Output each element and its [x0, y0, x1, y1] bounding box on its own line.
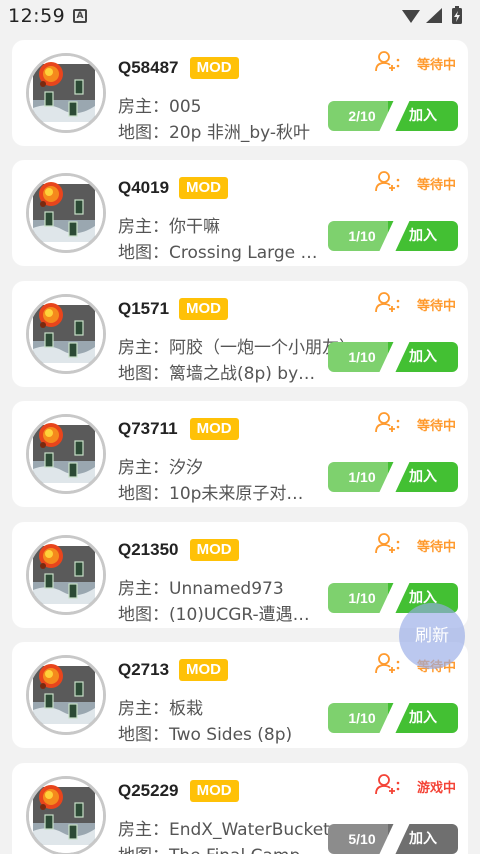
map-thumbnail-icon: [29, 538, 103, 612]
status-bar: 12:59 A: [0, 0, 480, 32]
room-avatar: [26, 173, 106, 253]
mod-badge: MOD: [189, 418, 239, 440]
room-card[interactable]: Q4019 MOD 房主：你干嘛 地图：Crossing Large … 等待中…: [12, 160, 468, 266]
room-host: 房主：EndX_WaterBucket: [118, 820, 330, 840]
map-thumbnail-icon: [29, 297, 103, 371]
signal-icon: [426, 8, 442, 23]
mod-badge: MOD: [179, 659, 228, 681]
room-card[interactable]: Q73711 MOD 房主：汐汐 地图：10p未来原子对… 等待中 1/10 加…: [12, 401, 468, 507]
room-map: 地图：篱墙之战(8p) by…: [118, 364, 316, 384]
room-map: 地图：The Final Camp…: [118, 841, 317, 854]
room-id: Q25229: [118, 781, 179, 800]
room-status-text: 等待中: [416, 58, 456, 73]
room-avatar: [26, 776, 106, 854]
room-id: Q73711: [118, 419, 178, 438]
room-status-text: 等待中: [416, 178, 456, 193]
room-id: Q58487: [118, 58, 179, 77]
room-id: Q4019: [118, 178, 170, 197]
status-icons: [402, 6, 462, 24]
room-avatar: [26, 53, 106, 133]
map-thumbnail-icon: [29, 176, 103, 250]
room-host: 房主：板栽: [118, 699, 203, 719]
wifi-icon: [402, 10, 420, 23]
person-add-icon: [375, 51, 401, 77]
room-avatar: [26, 414, 106, 494]
join-button[interactable]: 1/10 加入: [328, 221, 458, 251]
room-map: 地图：Two Sides (8p): [118, 725, 293, 745]
join-button[interactable]: 1/10 加入: [328, 703, 458, 733]
map-thumbnail-icon: [29, 658, 103, 732]
room-host: 房主：Unnamed973: [118, 579, 284, 599]
room-map: 地图：10p未来原子对…: [118, 484, 304, 504]
room-card[interactable]: Q25229 MOD 房主：EndX_WaterBucket 地图：The Fi…: [12, 763, 468, 854]
person-add-icon: [375, 292, 401, 318]
room-status-text: 等待中: [416, 419, 456, 434]
room-host: 房主：你干嘛: [118, 217, 220, 237]
person-add-icon: [375, 653, 401, 679]
person-add-icon: [375, 171, 401, 197]
room-avatar: [26, 655, 106, 735]
room-status-text: 游戏中: [416, 781, 456, 796]
room-card[interactable]: Q1571 MOD 房主：阿胶（一炮一个小朋友） 地图：篱墙之战(8p) by……: [12, 281, 468, 387]
room-map: 地图：20p 非洲_by-秋叶: [118, 123, 311, 143]
status-time: 12:59: [8, 5, 66, 27]
room-card[interactable]: Q21350 MOD 房主：Unnamed973 地图：(10)UCGR-遭遇……: [12, 522, 468, 628]
room-id: Q21350: [118, 540, 179, 559]
map-thumbnail-icon: [29, 417, 103, 491]
join-button[interactable]: 1/10 加入: [328, 342, 458, 372]
mod-badge: MOD: [189, 539, 239, 561]
join-button[interactable]: 5/10 加入: [328, 824, 458, 854]
notification-icon: A: [73, 9, 87, 23]
room-host: 房主：阿胶（一炮一个小朋友）: [118, 338, 356, 358]
join-button[interactable]: 2/10 加入: [328, 101, 458, 131]
room-id: Q1571: [118, 299, 170, 318]
room-card[interactable]: Q2713 MOD 房主：板栽 地图：Two Sides (8p) 等待中 1/…: [12, 642, 468, 748]
mod-badge: MOD: [189, 780, 239, 802]
person-add-icon: [375, 412, 401, 438]
person-add-icon: [375, 533, 401, 559]
mod-badge: MOD: [179, 298, 228, 320]
mod-badge: MOD: [179, 177, 228, 199]
room-avatar: [26, 294, 106, 374]
room-card[interactable]: Q58487 MOD 房主：005 地图：20p 非洲_by-秋叶 等待中 2/…: [12, 40, 468, 146]
room-id: Q2713: [118, 660, 170, 679]
mod-badge: MOD: [189, 57, 239, 79]
room-status-text: 等待中: [416, 540, 456, 555]
room-map: 地图：(10)UCGR-遭遇…: [118, 605, 310, 625]
refresh-button[interactable]: 刷新: [399, 603, 465, 669]
room-map: 地图：Crossing Large …: [118, 243, 318, 263]
room-avatar: [26, 535, 106, 615]
map-thumbnail-icon: [29, 56, 103, 130]
map-thumbnail-icon: [29, 779, 103, 853]
person-add-icon: [375, 774, 401, 800]
join-button[interactable]: 1/10 加入: [328, 462, 458, 492]
room-status-text: 等待中: [416, 299, 456, 314]
room-host: 房主：汐汐: [118, 458, 203, 478]
room-host: 房主：005: [118, 97, 202, 117]
